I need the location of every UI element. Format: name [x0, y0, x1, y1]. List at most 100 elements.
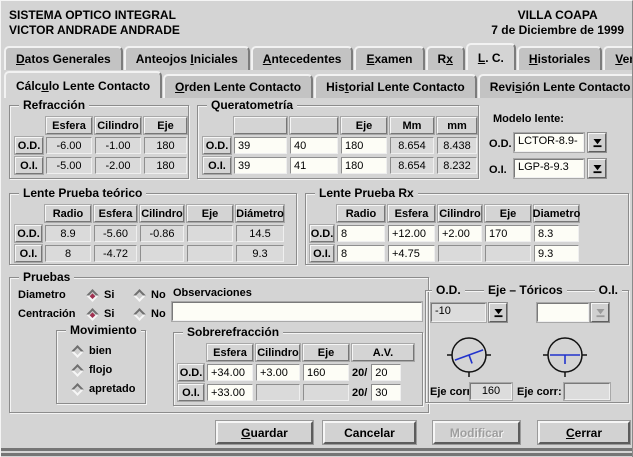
eje-toricos-groupbox: O.D. Eje – Tóricos O.I. -10 [425, 290, 629, 403]
eje-toricos-title: Eje – Tóricos [484, 283, 567, 297]
sobre-header-esfera: Esfera [207, 344, 253, 361]
teorico-oi-diametro: 9.3 [236, 245, 284, 262]
refraccion-od-eje: 180 [144, 137, 187, 154]
queratometria-oi-k1-input[interactable]: 39 [234, 157, 287, 174]
movimiento-flojo-radio[interactable]: flojo [73, 363, 112, 377]
rx-od-esfera-input[interactable]: +12.00 [388, 225, 435, 242]
rx-od-cilindro-input[interactable]: +2.00 [438, 225, 482, 242]
sobrerefraccion-title: Sobrerefracción [183, 325, 283, 339]
modelo-od-combo[interactable]: LCTOR-8.9- [514, 133, 584, 152]
tab-examen[interactable]: Examen [354, 46, 424, 70]
teorico-od-radio: 8.9 [45, 225, 91, 242]
cerrar-button[interactable]: Cerrar [538, 421, 630, 444]
rx-od-radio-input[interactable]: 8 [337, 225, 385, 242]
rx-oi-diametro-input[interactable]: 9.3 [534, 245, 579, 262]
sobre-oi-esfera-input[interactable]: +33.00 [207, 384, 253, 401]
modelo-oi-combo[interactable]: LGP-8-9.3 [514, 159, 584, 178]
queratometria-header-mm: mm [437, 117, 477, 134]
refraccion-title: Refracción [19, 98, 89, 112]
eje-corr-od-label: Eje corr: [430, 386, 475, 398]
queratometria-header-Mm: Mm [390, 117, 434, 134]
queratometria-od-eje-input[interactable]: 180 [341, 137, 387, 154]
eje-od-dropdown-button[interactable] [489, 303, 507, 322]
sobre-oi-eje [303, 384, 349, 401]
rx-od-eje-input[interactable]: 170 [485, 225, 531, 242]
sobre-od-cilindro-input[interactable]: +3.00 [256, 364, 300, 381]
diametro-no-radio[interactable]: No [135, 288, 166, 302]
observaciones-input[interactable] [172, 302, 422, 321]
lente-rx-title: Lente Prueba Rx [315, 186, 418, 200]
queratometria-od-k1-input[interactable]: 39 [234, 137, 287, 154]
pruebas-title: Pruebas [19, 270, 74, 284]
radio-diamond-icon [86, 289, 99, 302]
sobre-header-av: A.V. [352, 344, 414, 361]
cancelar-button[interactable]: Cancelar [323, 421, 416, 444]
sobre-od-av-input[interactable]: 20 [371, 364, 401, 381]
sobrerefraccion-table: Esfera Cilindro Eje A.V. O.D. +34.00 +3.… [178, 344, 414, 401]
radio-diamond-icon [71, 364, 84, 377]
refraccion-header-cilindro: Cilindro [95, 117, 141, 134]
sobre-od-eje-input[interactable]: 160 [303, 364, 349, 381]
sobre-od-esfera-input[interactable]: +34.00 [207, 364, 253, 381]
sobre-oi-av-input[interactable]: 30 [371, 384, 401, 401]
tab-anteojos-iniciales[interactable]: Anteojos Iniciales [124, 46, 250, 70]
tab-datos-generales[interactable]: Datos Generales [4, 46, 123, 70]
location-label: VILLA COAPA [491, 8, 624, 23]
observaciones-label: Observaciones [173, 287, 252, 299]
centracion-no-radio[interactable]: No [135, 307, 166, 321]
tab-lc[interactable]: L. C. [466, 43, 516, 70]
sobre-header-eje: Eje [303, 344, 349, 361]
radio-diamond-icon [71, 345, 84, 358]
tab-antecedentes[interactable]: Antecedentes [251, 46, 354, 70]
tab-ventas[interactable]: Ventas [603, 46, 633, 70]
tab-revision-lente-contacto[interactable]: Revisión Lente Contacto [478, 74, 633, 98]
radio-diamond-icon [133, 289, 146, 302]
queratometria-oi-eje-input[interactable]: 180 [341, 157, 387, 174]
centracion-label: Centración [18, 308, 75, 320]
tab-calculo-lente-contacto[interactable]: Cálculo Lente Contacto [4, 71, 162, 98]
rx-od-rowheader: O.D. [310, 225, 334, 242]
eje-oi-dropdown-button-disabled [591, 303, 609, 322]
queratometria-oi-rowheader: O.I. [203, 157, 231, 174]
rx-oi-esfera-input[interactable]: +4.75 [388, 245, 435, 262]
centracion-si-radio[interactable]: Si [88, 307, 114, 321]
window-bottom-frame [1, 447, 633, 457]
queratometria-oi-mm: 8.232 [437, 157, 477, 174]
radio-diamond-icon [133, 308, 146, 321]
sobre-oi-av-prefix: 20/ [352, 387, 367, 399]
rx-header-eje: Eje [485, 205, 531, 222]
modelo-oi-dropdown-button[interactable] [588, 159, 606, 178]
oi-axis-dial[interactable] [541, 331, 589, 379]
tab-historial-lente-contacto[interactable]: Historial Lente Contacto [314, 74, 477, 98]
teorico-od-esfera: -5.60 [94, 225, 137, 242]
rx-od-diametro-input[interactable]: 8.3 [534, 225, 579, 242]
lc-tab-bar: Cálculo Lente ContactoOrden Lente Contac… [4, 71, 633, 98]
lente-rx-table: Radio Esfera Cilindro Eje Diametro O.D. … [310, 205, 579, 262]
modelo-lente-label: Modelo lente: [493, 113, 564, 125]
queratometria-oi-k2-input[interactable]: 41 [290, 157, 338, 174]
rx-header-cilindro: Cilindro [438, 205, 482, 222]
app-title: SISTEMA OPTICO INTEGRAL VICTOR ANDRADE A… [9, 8, 180, 38]
refraccion-oi-esfera: -5.00 [46, 157, 92, 174]
queratometria-title: Queratometría [207, 98, 297, 112]
teorico-oi-esfera: -4.72 [94, 245, 137, 262]
teorico-od-cilindro: -0.86 [140, 225, 184, 242]
guardar-button[interactable]: Guardar [216, 421, 313, 444]
lente-teorico-title: Lente Prueba teórico [19, 186, 146, 200]
refraccion-od-cilindro: -1.00 [95, 137, 141, 154]
queratometria-od-k2-input[interactable]: 40 [290, 137, 338, 154]
tab-rx[interactable]: Rx [426, 46, 465, 70]
rx-oi-radio-input[interactable]: 8 [337, 245, 385, 262]
centracion-no-label: No [151, 308, 166, 320]
movimiento-apretado-radio[interactable]: apretado [73, 382, 135, 396]
diametro-si-radio[interactable]: Si [88, 288, 114, 302]
modelo-od-dropdown-button[interactable] [588, 133, 606, 152]
tab-historiales[interactable]: Historiales [517, 46, 602, 70]
movimiento-bien-radio[interactable]: bien [73, 344, 112, 358]
eje-oi-combo[interactable] [537, 303, 589, 322]
refraccion-oi-rowheader: O.I. [15, 157, 43, 174]
eje-od-combo[interactable]: -10 [431, 303, 486, 322]
od-axis-dial[interactable] [445, 331, 493, 379]
eje-toricos-od-label: O.D. [432, 283, 465, 297]
tab-orden-lente-contacto[interactable]: Orden Lente Contacto [163, 74, 313, 98]
